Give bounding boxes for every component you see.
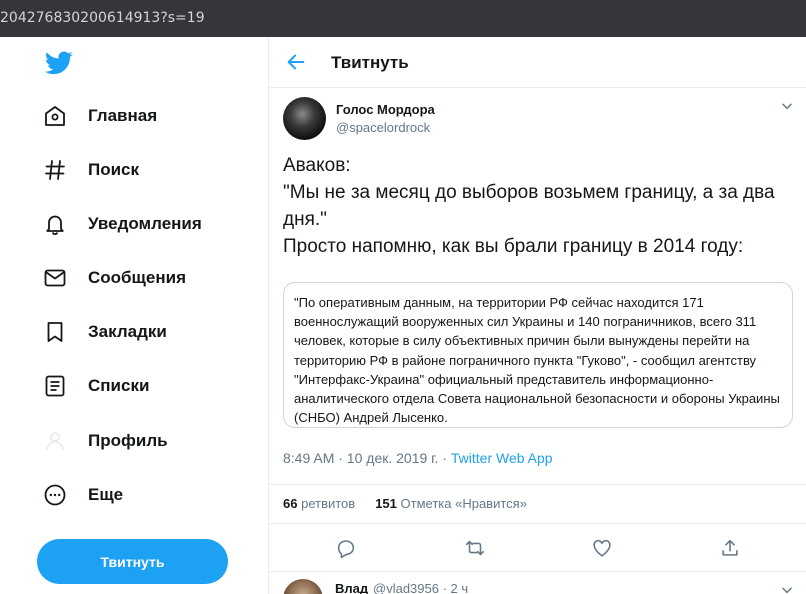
reply-tweet[interactable]: Влад @vlad3956 · 2 ч: [283, 579, 803, 594]
author-handle[interactable]: @spacelordrock: [336, 120, 430, 135]
sidebar-item-label: Поиск: [88, 160, 140, 179]
divider: [269, 484, 806, 485]
twitter-logo-icon[interactable]: [45, 51, 73, 75]
main-column: Твитнуть Голос Мордора @spacelordrock Ав…: [268, 37, 806, 594]
sidebar-item-bookmarks[interactable]: Закладки: [40, 312, 167, 352]
more-icon: [40, 480, 70, 510]
sidebar-item-label: Закладки: [88, 322, 167, 341]
sidebar-item-notifications[interactable]: Уведомления: [40, 204, 202, 244]
browser-url-bar[interactable]: 204276830200614913?s=19: [0, 0, 806, 37]
sidebar-item-lists[interactable]: Списки: [40, 366, 149, 406]
tweet-timestamp: 8:49 AM · 10 дек. 2019 г. · Twitter Web …: [283, 450, 553, 466]
profile-icon: [40, 426, 70, 456]
sidebar-item-label: Еще: [88, 485, 124, 504]
avatar[interactable]: [283, 579, 323, 594]
divider: [269, 571, 806, 572]
retweets-stat[interactable]: 66 ретвитов: [283, 496, 355, 511]
sidebar-item-more[interactable]: Еще: [40, 475, 123, 515]
chevron-down-icon[interactable]: [780, 99, 794, 113]
share-icon[interactable]: [719, 537, 741, 559]
tweet-text: Аваков: "Мы не за месяц до выборов возьм…: [283, 152, 798, 260]
likes-stat[interactable]: 151 Отметка «Нравится»: [375, 496, 527, 511]
tweet-button[interactable]: Твитнуть: [37, 539, 228, 584]
envelope-icon: [40, 263, 70, 293]
timestamp-text[interactable]: 8:49 AM · 10 дек. 2019 г. ·: [283, 450, 451, 466]
tweet-stats: 66 ретвитов 151 Отметка «Нравится»: [283, 496, 527, 511]
tweet-text-line: "Мы не за месяц до выборов возьмем грани…: [283, 182, 775, 230]
hashtag-icon: [40, 155, 70, 185]
divider: [269, 523, 806, 524]
sidebar-item-messages[interactable]: Сообщения: [40, 258, 186, 298]
home-icon: [40, 101, 70, 131]
retweets-label: ретвитов: [301, 496, 356, 511]
sidebar-item-label: Главная: [88, 106, 158, 125]
avatar[interactable]: [283, 97, 326, 140]
sidebar-item-label: Уведомления: [88, 214, 202, 233]
list-icon: [40, 371, 70, 401]
sidebar-item-label: Сообщения: [88, 268, 186, 287]
like-icon[interactable]: [591, 537, 613, 559]
likes-label: Отметка «Нравится»: [400, 496, 527, 511]
chevron-down-icon[interactable]: [780, 583, 794, 594]
sidebar-item-profile[interactable]: Профиль: [40, 421, 168, 461]
reply-author-name[interactable]: Влад: [335, 581, 368, 594]
source-app-link[interactable]: Twitter Web App: [451, 450, 553, 466]
quoted-text-card: "По оперативным данным, на территории РФ…: [283, 282, 793, 428]
author-name[interactable]: Голос Мордора: [336, 102, 435, 117]
sidebar-item-label: Списки: [88, 376, 150, 395]
sidebar-item-home[interactable]: Главная: [40, 96, 157, 136]
bell-icon: [40, 209, 70, 239]
sidebar-item-label: Профиль: [88, 431, 168, 450]
retweet-icon[interactable]: [464, 537, 486, 559]
sidebar: Главная Поиск Уведомления Сообщения Закл…: [0, 37, 268, 594]
bookmark-icon: [40, 317, 70, 347]
back-arrow-icon[interactable]: [285, 51, 307, 73]
tweet-text-line: Аваков:: [283, 155, 351, 176]
page-title: Твитнуть: [331, 53, 409, 72]
sidebar-item-search[interactable]: Поиск: [40, 150, 139, 190]
url-text[interactable]: 204276830200614913?s=19: [0, 10, 205, 26]
page-header: Твитнуть: [269, 37, 806, 88]
reply-author-handle[interactable]: @vlad3956 · 2 ч: [373, 581, 468, 594]
likes-count: 151: [375, 496, 397, 511]
reply-icon[interactable]: [335, 537, 357, 559]
tweet-text-line: Просто напомню, как вы брали границу в 2…: [283, 236, 744, 257]
retweets-count: 66: [283, 496, 298, 511]
